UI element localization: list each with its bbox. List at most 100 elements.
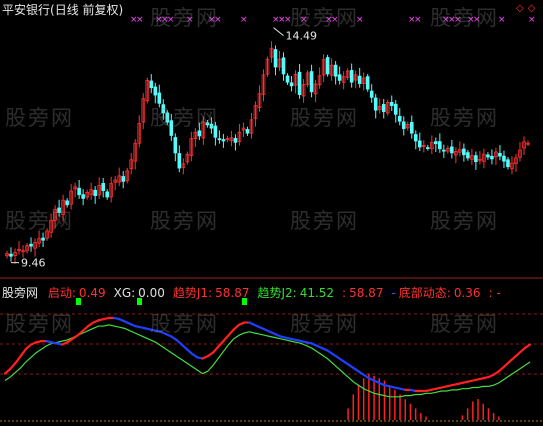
candle-body <box>490 155 494 160</box>
signal-x-marker: × <box>473 15 481 25</box>
candle-body <box>9 253 13 257</box>
indicator-legend-item: XG: <box>113 286 136 300</box>
candle-body <box>121 176 126 182</box>
candle-body <box>177 153 182 169</box>
indicator-legend-item: 底部动态: <box>398 286 451 300</box>
top-markers: ×× ××× × ×× × ××× × ×× × ×× ××× ×× × × <box>130 15 536 25</box>
candle-body <box>289 82 294 87</box>
signal-x-marker: × <box>167 15 175 25</box>
candle-body <box>417 140 422 148</box>
candle-body <box>161 104 166 114</box>
candle-body <box>502 155 506 162</box>
indicator-legend-item: - <box>391 286 396 300</box>
high-price-label: 14.49 <box>286 30 318 43</box>
candle-body <box>349 70 354 83</box>
candle-body <box>486 154 490 158</box>
candle-body <box>273 49 278 68</box>
candle-body <box>474 155 478 163</box>
period-label: (日线 前复权) <box>50 3 124 17</box>
candle-body <box>450 146 454 154</box>
candle-body <box>442 149 446 152</box>
candle-body <box>281 57 286 75</box>
candle-body <box>309 71 314 93</box>
signal-x-marker: × <box>528 15 536 25</box>
candle-body <box>153 86 158 96</box>
candle-body <box>466 152 470 159</box>
candle-body <box>245 129 250 134</box>
candle-body <box>397 115 402 122</box>
candle-body <box>285 75 290 83</box>
candle-body <box>149 80 154 89</box>
candle-body <box>221 139 226 142</box>
low-price-label: 9.46 <box>21 257 46 270</box>
indicator-header: 股旁网 启动: 0.49 XG: 0.00 趋势J1: 58.87 趋势J2: 41.52:5… <box>2 286 504 300</box>
signal-x-marker: × <box>214 15 222 25</box>
candle-body <box>41 237 45 241</box>
indicator-legend-value: 0.49 <box>78 286 106 300</box>
signal-x-marker: × <box>186 15 194 25</box>
candle-body <box>337 74 342 81</box>
candle-body <box>462 148 466 156</box>
candle-body <box>369 90 374 98</box>
candle-body <box>381 104 386 112</box>
candle-body <box>213 125 218 138</box>
candle-body <box>357 75 362 84</box>
signal-x-marker: × <box>136 15 144 25</box>
candle-body <box>409 121 414 134</box>
indicator-legend-item: 趋势J2: <box>257 286 297 300</box>
candle-body <box>81 194 85 199</box>
candle-body <box>77 187 81 196</box>
indicator-legend-item: : <box>342 286 347 300</box>
candle-body <box>393 103 398 115</box>
indicator-legend-value: 41.52 <box>299 286 335 300</box>
signal-x-marker: × <box>284 15 292 25</box>
indicator-legend-value: 58.87 <box>349 286 384 300</box>
candle-body <box>57 207 61 213</box>
candle-body <box>498 152 502 157</box>
candle-body <box>169 120 174 136</box>
signal-x-marker: × <box>240 15 248 25</box>
signal-x-marker: × <box>300 15 308 25</box>
indicator-name: 股旁网 <box>2 286 39 300</box>
indicator-legend-value: 58.87 <box>215 286 250 300</box>
candle-body <box>173 137 178 154</box>
chart-canvas: ×× ××× × ×× × ××× × ×× × ×× ××× ×× × × 14.499.46 <box>0 0 543 426</box>
candle-body <box>297 71 302 95</box>
indicator-legend-value: 0.36 <box>453 286 481 300</box>
candle-body <box>29 243 33 247</box>
stock-name: 平安银行 <box>2 3 51 17</box>
candle-body <box>101 183 105 191</box>
candle-body <box>438 141 442 150</box>
signal-x-marker: × <box>454 15 462 25</box>
candle-body <box>325 57 330 75</box>
candle-body <box>401 121 406 129</box>
signal-x-marker: × <box>414 15 422 25</box>
candle-body <box>413 134 418 142</box>
candle-body <box>165 112 170 123</box>
candle-body <box>105 191 109 198</box>
indicator-legend-item: 启动: <box>47 286 76 300</box>
candle-body <box>205 122 210 126</box>
candle-body <box>197 130 202 137</box>
candle-body <box>93 189 97 196</box>
signal-x-marker: × <box>331 15 339 25</box>
candle-body <box>65 200 69 206</box>
chart-title: 平安银行(日线 前复权) <box>2 3 123 17</box>
candle-body <box>506 159 510 168</box>
candle-body <box>389 101 394 106</box>
candle-body <box>333 64 338 77</box>
candle-body <box>217 138 222 141</box>
candle-body <box>426 147 430 150</box>
corner-diamond-icons[interactable]: ◇◇ <box>516 3 539 14</box>
candle-body <box>373 97 378 111</box>
indicator-legend-value: 0.00 <box>138 286 165 300</box>
indicator-legend-item: 趋势J1: <box>172 286 213 300</box>
candle-body <box>434 141 438 145</box>
candle-body <box>233 138 238 143</box>
indicator-legend-item: : - <box>488 286 501 300</box>
candle-body <box>209 123 214 129</box>
candle-body <box>157 92 162 104</box>
signal-x-marker: × <box>356 15 364 25</box>
signal-x-marker: × <box>498 15 506 25</box>
candle-body <box>365 76 370 90</box>
